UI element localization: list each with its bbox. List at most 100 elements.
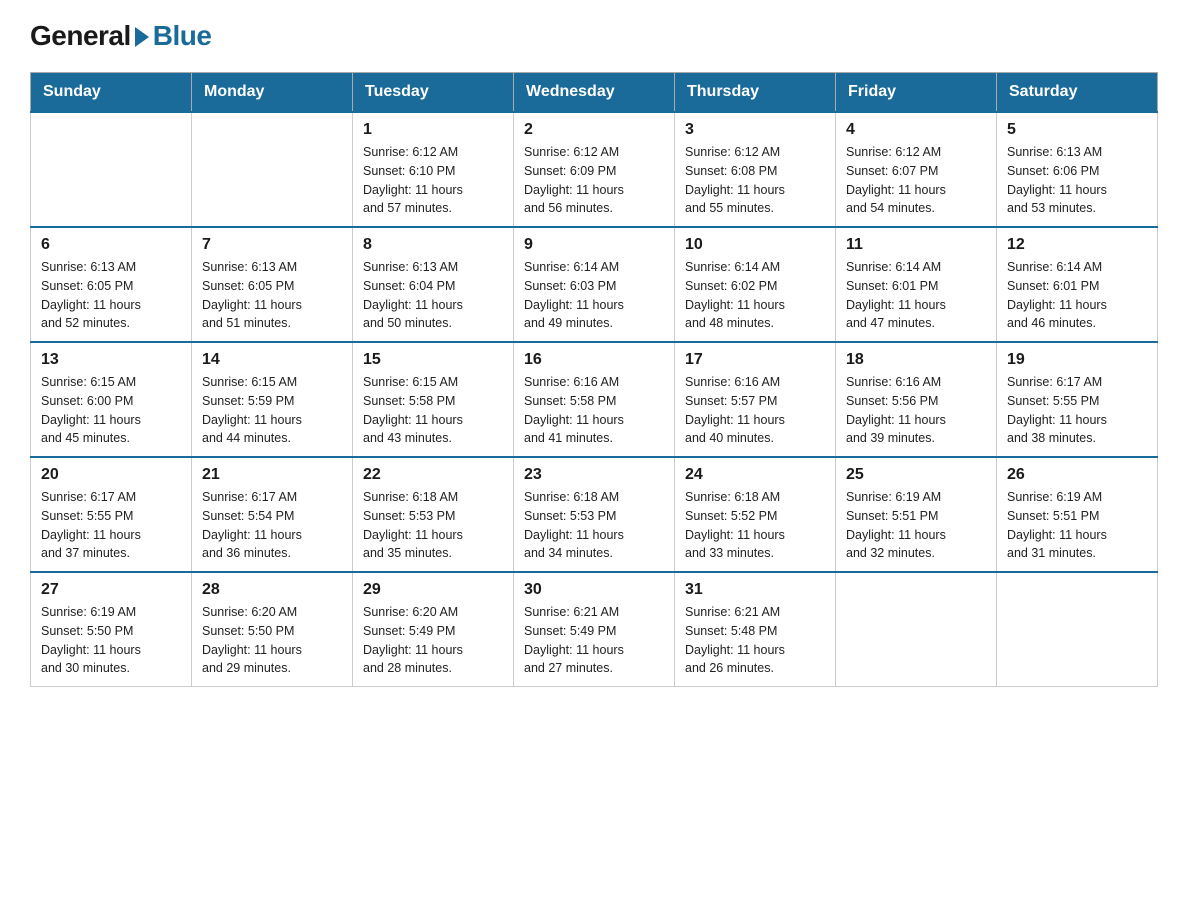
week-row-5: 27 Sunrise: 6:19 AMSunset: 5:50 PMDayligh… [31,572,1158,687]
day-info: Sunrise: 6:17 AMSunset: 5:55 PMDaylight:… [41,488,181,563]
day-info: Sunrise: 6:14 AMSunset: 6:01 PMDaylight:… [1007,258,1147,333]
day-number: 8 [363,236,503,254]
logo: General Blue [30,20,211,52]
day-info: Sunrise: 6:21 AMSunset: 5:48 PMDaylight:… [685,603,825,678]
day-cell: 16 Sunrise: 6:16 AMSunset: 5:58 PMDayligh… [514,342,675,457]
day-number: 3 [685,121,825,139]
day-info: Sunrise: 6:14 AMSunset: 6:01 PMDaylight:… [846,258,986,333]
day-number: 30 [524,581,664,599]
day-info: Sunrise: 6:12 AMSunset: 6:09 PMDaylight:… [524,143,664,218]
week-row-4: 20 Sunrise: 6:17 AMSunset: 5:55 PMDayligh… [31,457,1158,572]
day-cell: 26 Sunrise: 6:19 AMSunset: 5:51 PMDayligh… [997,457,1158,572]
logo-arrow-icon [135,27,149,47]
header: General Blue [30,20,1158,52]
day-cell: 29 Sunrise: 6:20 AMSunset: 5:49 PMDayligh… [353,572,514,687]
day-cell: 17 Sunrise: 6:16 AMSunset: 5:57 PMDayligh… [675,342,836,457]
day-info: Sunrise: 6:13 AMSunset: 6:06 PMDaylight:… [1007,143,1147,218]
day-info: Sunrise: 6:19 AMSunset: 5:50 PMDaylight:… [41,603,181,678]
day-number: 26 [1007,466,1147,484]
week-row-3: 13Sunrise: 6:15 AMSunset: 6:00 PMDayligh… [31,342,1158,457]
day-number: 10 [685,236,825,254]
day-number: 29 [363,581,503,599]
day-cell: 20 Sunrise: 6:17 AMSunset: 5:55 PMDayligh… [31,457,192,572]
day-cell [31,112,192,227]
week-row-1: 1Sunrise: 6:12 AMSunset: 6:10 PMDaylight… [31,112,1158,227]
day-number: 21 [202,466,342,484]
day-info: Sunrise: 6:18 AMSunset: 5:53 PMDaylight:… [363,488,503,563]
week-row-2: 6 Sunrise: 6:13 AMSunset: 6:05 PMDaylight… [31,227,1158,342]
day-number: 22 [363,466,503,484]
day-info: Sunrise: 6:14 AMSunset: 6:02 PMDaylight:… [685,258,825,333]
day-info: Sunrise: 6:21 AMSunset: 5:49 PMDaylight:… [524,603,664,678]
column-header-thursday: Thursday [675,73,836,113]
day-info: Sunrise: 6:17 AMSunset: 5:54 PMDaylight:… [202,488,342,563]
day-number: 28 [202,581,342,599]
day-cell: 25 Sunrise: 6:19 AMSunset: 5:51 PMDayligh… [836,457,997,572]
day-number: 16 [524,351,664,369]
day-number: 4 [846,121,986,139]
day-cell: 1Sunrise: 6:12 AMSunset: 6:10 PMDaylight… [353,112,514,227]
logo-blue-text: Blue [153,20,212,52]
day-info: Sunrise: 6:16 AMSunset: 5:58 PMDaylight:… [524,373,664,448]
day-cell: 21 Sunrise: 6:17 AMSunset: 5:54 PMDayligh… [192,457,353,572]
day-number: 19 [1007,351,1147,369]
day-info: Sunrise: 6:12 AMSunset: 6:10 PMDaylight:… [363,143,503,218]
day-cell: 10 Sunrise: 6:14 AMSunset: 6:02 PMDayligh… [675,227,836,342]
day-info: Sunrise: 6:15 AMSunset: 5:59 PMDaylight:… [202,373,342,448]
day-cell [997,572,1158,687]
day-cell [192,112,353,227]
day-number: 14 [202,351,342,369]
day-info: Sunrise: 6:17 AMSunset: 5:55 PMDaylight:… [1007,373,1147,448]
day-cell: 2 Sunrise: 6:12 AMSunset: 6:09 PMDaylight… [514,112,675,227]
day-cell: 18 Sunrise: 6:16 AMSunset: 5:56 PMDayligh… [836,342,997,457]
day-cell: 14 Sunrise: 6:15 AMSunset: 5:59 PMDayligh… [192,342,353,457]
day-info: Sunrise: 6:19 AMSunset: 5:51 PMDaylight:… [1007,488,1147,563]
day-number: 17 [685,351,825,369]
column-header-monday: Monday [192,73,353,113]
day-cell: 11 Sunrise: 6:14 AMSunset: 6:01 PMDayligh… [836,227,997,342]
day-info: Sunrise: 6:12 AMSunset: 6:07 PMDaylight:… [846,143,986,218]
header-row: SundayMondayTuesdayWednesdayThursdayFrid… [31,73,1158,113]
day-info: Sunrise: 6:18 AMSunset: 5:53 PMDaylight:… [524,488,664,563]
day-cell: 8Sunrise: 6:13 AMSunset: 6:04 PMDaylight… [353,227,514,342]
day-cell: 23 Sunrise: 6:18 AMSunset: 5:53 PMDayligh… [514,457,675,572]
day-number: 2 [524,121,664,139]
column-header-sunday: Sunday [31,73,192,113]
day-info: Sunrise: 6:12 AMSunset: 6:08 PMDaylight:… [685,143,825,218]
column-header-friday: Friday [836,73,997,113]
day-number: 7 [202,236,342,254]
day-info: Sunrise: 6:15 AMSunset: 6:00 PMDaylight:… [41,373,181,448]
day-number: 24 [685,466,825,484]
day-cell: 13Sunrise: 6:15 AMSunset: 6:00 PMDayligh… [31,342,192,457]
day-cell: 19 Sunrise: 6:17 AMSunset: 5:55 PMDayligh… [997,342,1158,457]
day-number: 31 [685,581,825,599]
column-header-wednesday: Wednesday [514,73,675,113]
day-info: Sunrise: 6:18 AMSunset: 5:52 PMDaylight:… [685,488,825,563]
day-info: Sunrise: 6:14 AMSunset: 6:03 PMDaylight:… [524,258,664,333]
day-cell: 22 Sunrise: 6:18 AMSunset: 5:53 PMDayligh… [353,457,514,572]
day-info: Sunrise: 6:16 AMSunset: 5:57 PMDaylight:… [685,373,825,448]
day-cell: 31 Sunrise: 6:21 AMSunset: 5:48 PMDayligh… [675,572,836,687]
day-number: 23 [524,466,664,484]
day-info: Sunrise: 6:16 AMSunset: 5:56 PMDaylight:… [846,373,986,448]
day-cell: 3 Sunrise: 6:12 AMSunset: 6:08 PMDaylight… [675,112,836,227]
column-header-tuesday: Tuesday [353,73,514,113]
day-cell: 5 Sunrise: 6:13 AMSunset: 6:06 PMDaylight… [997,112,1158,227]
day-number: 20 [41,466,181,484]
day-number: 18 [846,351,986,369]
day-number: 5 [1007,121,1147,139]
day-info: Sunrise: 6:15 AMSunset: 5:58 PMDaylight:… [363,373,503,448]
day-cell: 15Sunrise: 6:15 AMSunset: 5:58 PMDayligh… [353,342,514,457]
logo-general-text: General [30,20,131,52]
day-info: Sunrise: 6:13 AMSunset: 6:05 PMDaylight:… [41,258,181,333]
day-number: 9 [524,236,664,254]
calendar: SundayMondayTuesdayWednesdayThursdayFrid… [30,72,1158,687]
day-number: 11 [846,236,986,254]
day-info: Sunrise: 6:19 AMSunset: 5:51 PMDaylight:… [846,488,986,563]
day-number: 6 [41,236,181,254]
column-header-saturday: Saturday [997,73,1158,113]
day-info: Sunrise: 6:20 AMSunset: 5:49 PMDaylight:… [363,603,503,678]
day-number: 12 [1007,236,1147,254]
day-number: 25 [846,466,986,484]
day-number: 27 [41,581,181,599]
